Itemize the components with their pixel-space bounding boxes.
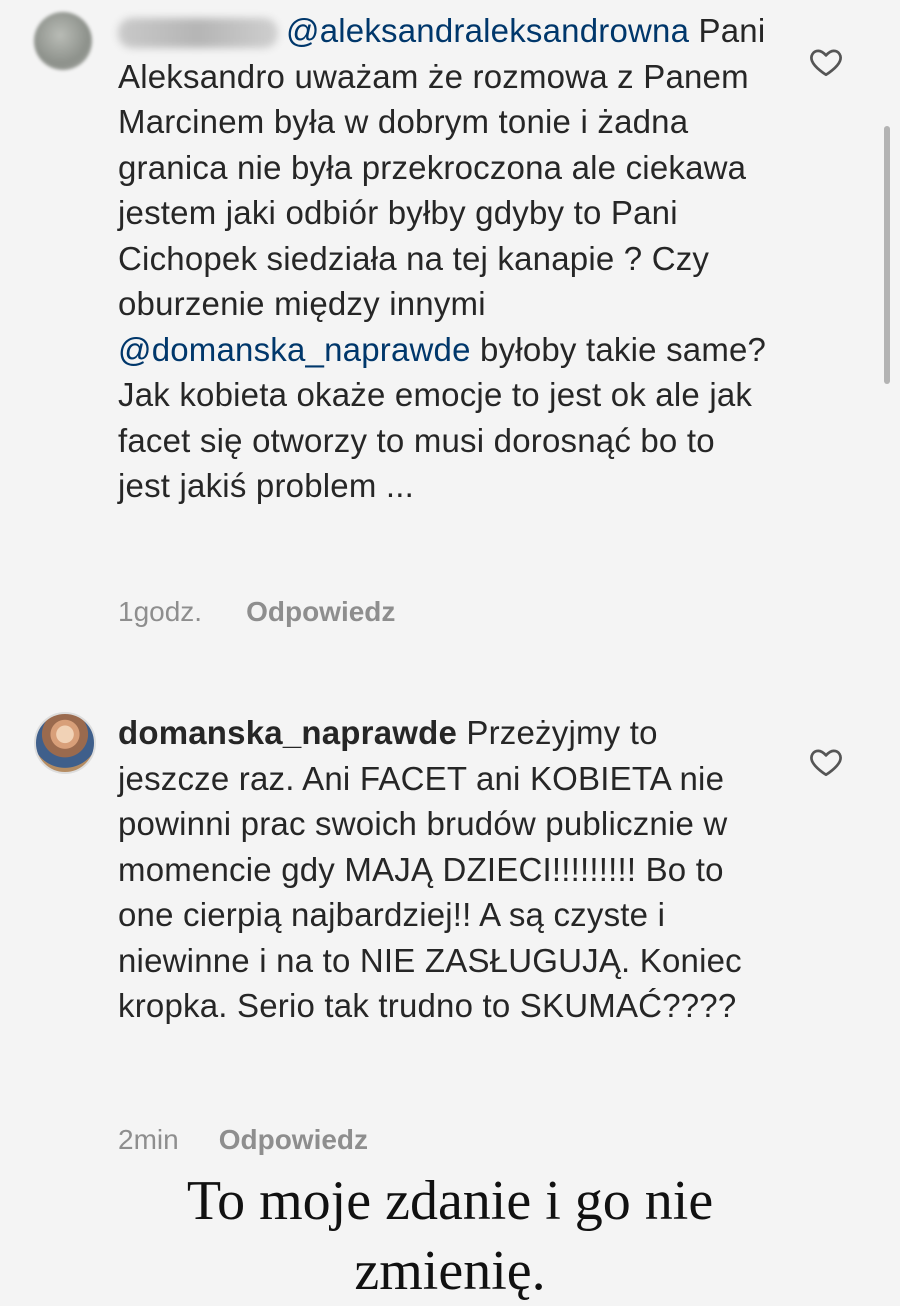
comment-body: Pani Aleksandro uważam że rozmowa z Pane…	[118, 12, 766, 322]
caption-line-1: To moje zdanie i go nie	[186, 1170, 714, 1232]
heart-outline-icon[interactable]	[808, 44, 844, 80]
reply-button[interactable]: Odpowiedz	[246, 596, 395, 627]
reply-button[interactable]: Odpowiedz	[219, 1124, 368, 1155]
comment-time: 2min	[118, 1124, 179, 1155]
avatar[interactable]	[34, 712, 96, 774]
avatar[interactable]	[34, 12, 92, 70]
blurred-username	[118, 18, 278, 49]
comment-username[interactable]: domanska_naprawde	[118, 714, 457, 751]
comment-meta: 1godz. Odpowiedz	[118, 596, 395, 628]
mention-link[interactable]: @aleksandraleksandrowna	[286, 12, 689, 49]
comment-text: domanska_naprawde Przeżyjmy to jeszcze r…	[118, 710, 768, 1029]
caption-line-2: zmienię.	[354, 1240, 546, 1302]
comment-text: @aleksandraleksandrowna Pani Aleksandro …	[118, 8, 768, 509]
scrollbar[interactable]	[884, 126, 890, 384]
mention-link[interactable]: @domanska_naprawde	[118, 331, 471, 368]
comment-body: Przeżyjmy to jeszcze raz. Ani FACET ani …	[118, 714, 742, 1024]
story-caption: To moje zdanie i go nie zmienię.	[0, 1166, 900, 1306]
comment-time: 1godz.	[118, 596, 203, 627]
comment-meta: 2min Odpowiedz	[118, 1124, 368, 1156]
heart-outline-icon[interactable]	[808, 744, 844, 780]
